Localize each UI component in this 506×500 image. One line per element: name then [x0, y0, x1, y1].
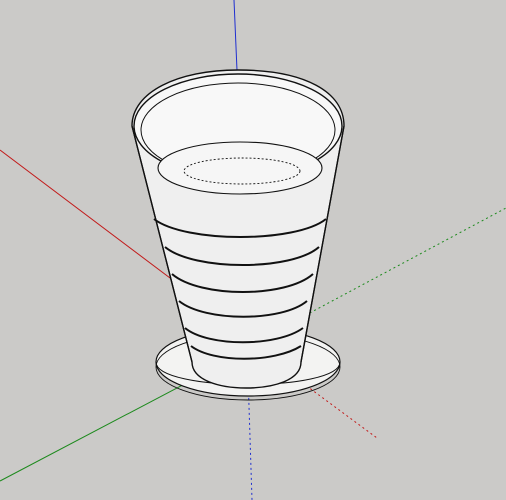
- 3d-scene[interactable]: [0, 0, 506, 500]
- sketchup-modeling-viewport[interactable]: [0, 0, 506, 500]
- green-axis-solid: [0, 377, 197, 482]
